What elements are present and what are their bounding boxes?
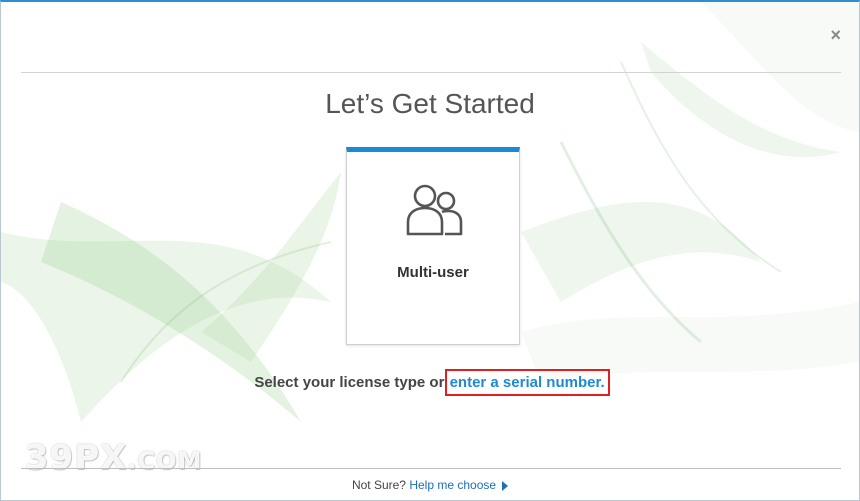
bottom-divider bbox=[21, 468, 841, 469]
users-icon bbox=[406, 184, 463, 236]
page-title: Let’s Get Started bbox=[325, 88, 535, 119]
footer: Not Sure? Help me choose bbox=[1, 478, 859, 492]
prompt-text: Select your license type or bbox=[254, 374, 449, 391]
triangle-right-icon[interactable] bbox=[502, 480, 509, 491]
card-label: Multi-user bbox=[397, 264, 469, 281]
not-sure-text: Not Sure? bbox=[351, 478, 406, 492]
serial-link-label[interactable]: enter a serial number bbox=[450, 374, 601, 391]
top-divider bbox=[21, 72, 841, 73]
license-prompt: Select your license type or enter a seri… bbox=[1, 369, 859, 396]
enter-serial-link[interactable]: enter a serial number. bbox=[444, 369, 610, 396]
help-me-choose-link[interactable]: Help me choose bbox=[409, 478, 496, 492]
serial-link-suffix: . bbox=[600, 374, 605, 391]
close-button[interactable]: × bbox=[830, 26, 841, 44]
multi-user-card[interactable]: Multi-user bbox=[346, 147, 520, 345]
watermark-logo: 39PX.COM bbox=[25, 438, 203, 478]
license-dialog: × Let’s Get Started Multi-user Select yo… bbox=[0, 0, 860, 501]
